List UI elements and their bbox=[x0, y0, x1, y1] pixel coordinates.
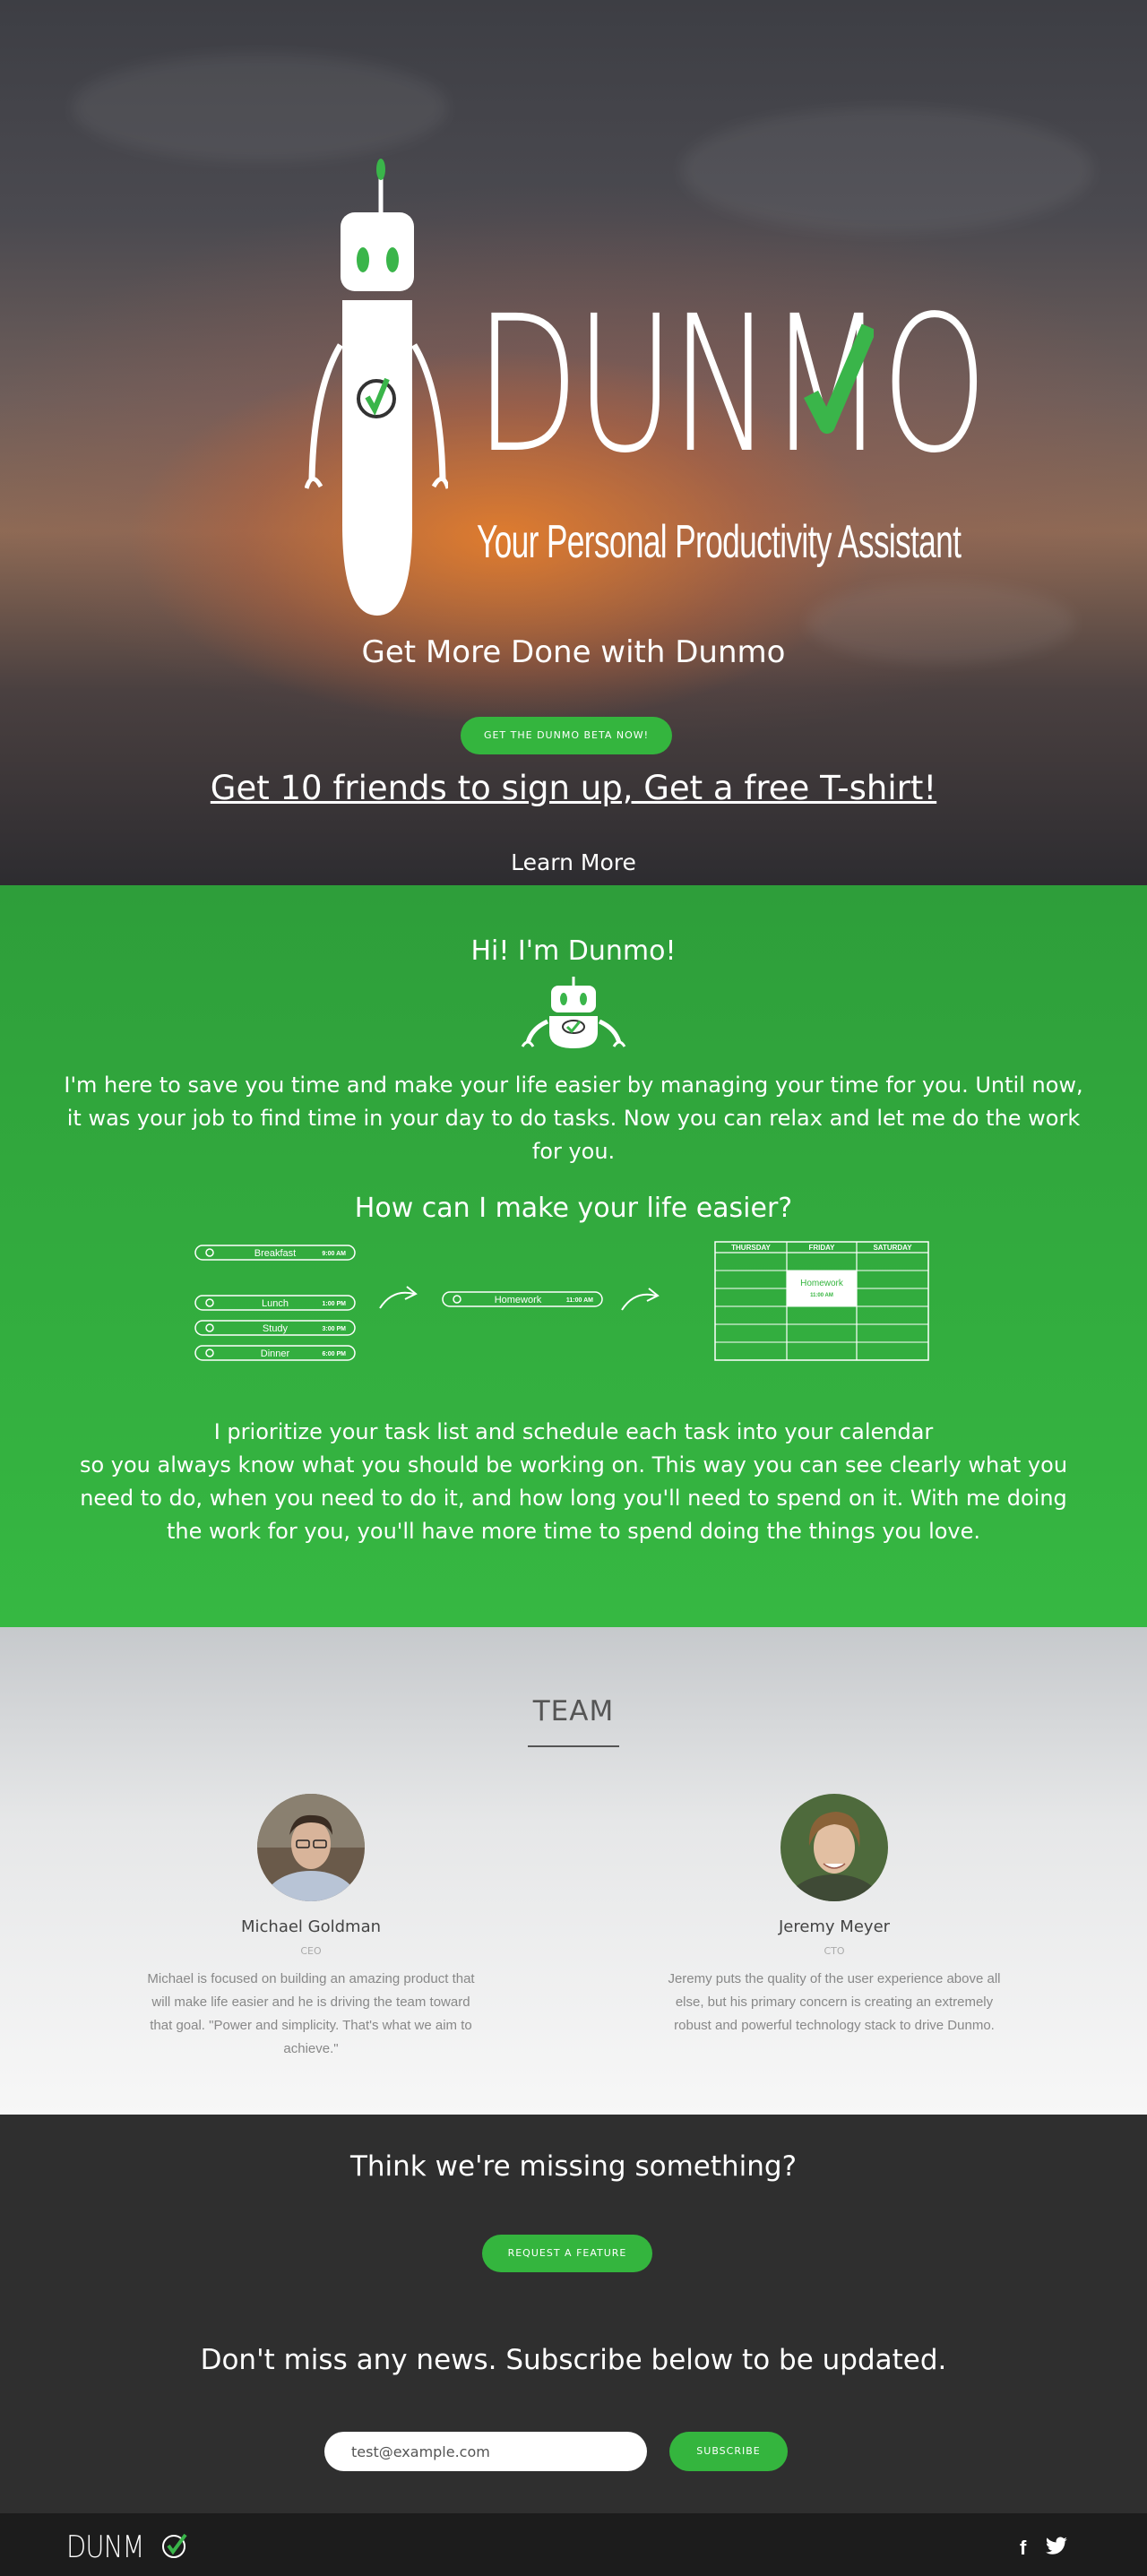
task-name: Dinner bbox=[261, 1348, 290, 1359]
calendar-day: FRIDAY bbox=[808, 1244, 835, 1252]
member-bio: Michael is focused on building an amazin… bbox=[147, 1971, 475, 2056]
get-beta-button[interactable]: GET THE DUNMO BETA NOW! bbox=[461, 717, 672, 754]
subscribe-button[interactable]: SUBSCRIBE bbox=[669, 2432, 788, 2471]
about-outro-line2: so you always know what you should be wo… bbox=[79, 1452, 1068, 1544]
task-pill: Breakfast 9:00 AM bbox=[194, 1245, 356, 1261]
avatar bbox=[257, 1794, 365, 1901]
task-time: 6:00 PM bbox=[323, 1351, 347, 1357]
team-title: TEAM bbox=[532, 1695, 615, 1727]
calendar-day: THURSDAY bbox=[731, 1244, 771, 1252]
task-time: 11:00 AM bbox=[566, 1297, 593, 1304]
team-member-card: Michael Goldman CEO Michael is focused o… bbox=[141, 1794, 481, 2061]
task-pill: Homework 11:00 AM bbox=[442, 1291, 603, 1307]
member-name: Jeremy Meyer bbox=[778, 1917, 891, 1936]
workflow-diagram: Breakfast 9:00 AM Lunch 1:00 PM Study 3:… bbox=[194, 1241, 929, 1361]
about-outro: I prioritize your task list and schedule… bbox=[63, 1416, 1084, 1548]
newsletter-text: Don't miss any news. Subscribe below to … bbox=[200, 2344, 947, 2376]
about-title: Hi! I'm Dunmo! bbox=[470, 935, 677, 967]
task-time: 3:00 PM bbox=[323, 1326, 347, 1332]
team-member-card: Jeremy Meyer CTO Jeremy puts the quality… bbox=[664, 1794, 1005, 2038]
member-name: Michael Goldman bbox=[240, 1917, 382, 1936]
logo-wordmark: DUNMO bbox=[475, 275, 987, 495]
arrow-icon bbox=[379, 1291, 415, 1309]
about-outro-line1: I prioritize your task list and schedule… bbox=[213, 1419, 934, 1444]
calendar-event-name: Homework bbox=[800, 1279, 844, 1288]
feature-request-title: Think we're missing something? bbox=[349, 2150, 798, 2183]
hero-heading: Get More Done with Dunmo bbox=[361, 634, 786, 670]
calendar-event-time: 11:00 AM bbox=[810, 1293, 833, 1298]
task-name: Breakfast bbox=[254, 1248, 296, 1259]
task-time: 9:00 AM bbox=[322, 1251, 346, 1257]
team-title-divider bbox=[528, 1745, 619, 1747]
learn-more-link[interactable]: Learn More bbox=[0, 849, 1147, 875]
request-feature-button[interactable]: REQUEST A FEATURE bbox=[482, 2235, 652, 2272]
tshirt-referral-link[interactable]: Get 10 friends to sign up, Get a free T-… bbox=[0, 769, 1147, 807]
task-name: Homework bbox=[495, 1295, 542, 1305]
hero-section: DUNMO Your Personal Productivity Assista… bbox=[0, 0, 1147, 885]
member-role: CTO bbox=[824, 1945, 845, 1957]
hero-cloud bbox=[72, 54, 448, 161]
twitter-icon[interactable] bbox=[1045, 2537, 1068, 2556]
team-section: TEAM Michael Goldman CEO Michael is focu… bbox=[0, 1627, 1147, 2115]
hero-logo: DUNMO Your Personal Productivity Assista… bbox=[305, 157, 987, 623]
member-bio: Jeremy puts the quality of the user expe… bbox=[668, 1971, 1001, 2033]
check-icon bbox=[162, 2533, 187, 2558]
task-pill: Lunch 1:00 PM bbox=[194, 1295, 356, 1311]
cta-section: Think we're missing something? REQUEST A… bbox=[0, 2115, 1147, 2513]
robot-logo-icon bbox=[305, 159, 448, 616]
footer-logo[interactable]: DUNM bbox=[66, 2529, 144, 2565]
task-time: 1:00 PM bbox=[323, 1301, 347, 1307]
logo-tagline: Your Personal Productivity Assistant bbox=[477, 516, 962, 568]
member-role: CEO bbox=[300, 1945, 322, 1957]
check-icon bbox=[803, 323, 874, 434]
task-name: Lunch bbox=[262, 1298, 289, 1309]
calendar-day: SATURDAY bbox=[873, 1244, 912, 1252]
calendar-grid: THURSDAY FRIDAY SATURDAY Homework 11:00 … bbox=[714, 1241, 929, 1361]
about-subtitle: How can I make your life easier? bbox=[354, 1193, 793, 1224]
task-pill: Study 3:00 PM bbox=[194, 1320, 356, 1336]
facebook-icon[interactable]: f bbox=[1020, 2537, 1026, 2560]
about-intro: I'm here to save you time and make your … bbox=[64, 1073, 1083, 1164]
task-name: Study bbox=[263, 1323, 289, 1334]
footer: DUNM f bbox=[0, 2513, 1147, 2576]
task-pill: Dinner 6:00 PM bbox=[194, 1345, 356, 1361]
avatar bbox=[780, 1794, 888, 1901]
robot-logo-icon bbox=[521, 977, 626, 1048]
about-section: Hi! I'm Dunmo! I'm here to save you time… bbox=[0, 885, 1147, 1627]
arrow-icon bbox=[621, 1293, 657, 1311]
email-input[interactable] bbox=[324, 2432, 647, 2471]
